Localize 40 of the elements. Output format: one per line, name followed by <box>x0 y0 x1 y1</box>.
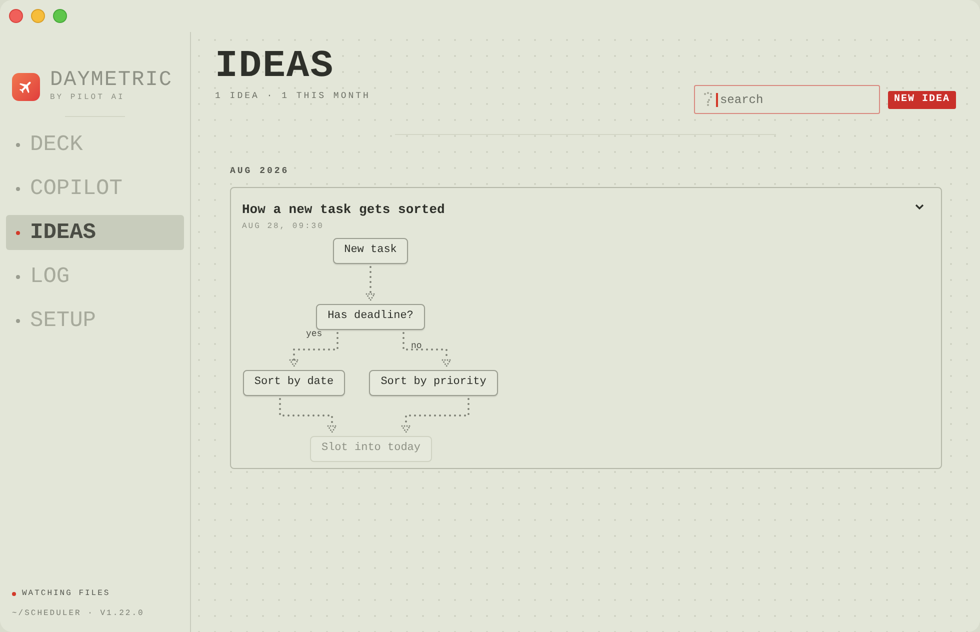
nav-item[interactable]: COPILOT <box>6 171 184 206</box>
flow-node: Has deadline? <box>316 304 425 330</box>
flow-node: Slot into today <box>310 436 432 462</box>
chevron-icon <box>914 204 924 210</box>
month-heading: AUG 2026 <box>230 165 290 178</box>
flow-connector <box>279 398 338 433</box>
nav-item[interactable]: LOG <box>6 259 184 294</box>
idea-date: AUG 28, 09:30 <box>242 221 325 233</box>
brand-name: DAYMETRIC <box>50 70 172 92</box>
idea-title: How a new task gets sorted <box>242 200 445 218</box>
nav-bullet-icon <box>16 318 20 322</box>
flow-connector <box>400 398 470 433</box>
close-window-button[interactable] <box>9 9 23 23</box>
question-mark-icon <box>702 92 713 106</box>
page-title: IDEAS <box>215 48 336 86</box>
flow-node: Sort by date <box>243 370 345 396</box>
nav-item[interactable]: IDEAS <box>6 215 184 250</box>
edge-label: no <box>411 340 422 352</box>
status-label: WATCHING FILES <box>22 588 110 600</box>
new-idea-button[interactable]: NEW IDEA <box>888 90 956 108</box>
nav-bullet-icon <box>16 274 20 278</box>
project-path: ~/SCHEDULER · V1.22.0 <box>12 608 146 620</box>
zoom-window-button[interactable] <box>53 9 67 23</box>
edge-label: yes <box>306 328 322 340</box>
nav-bullet-icon <box>16 186 20 190</box>
search-field[interactable]: search <box>694 85 880 114</box>
nav-item[interactable]: SETUP <box>6 303 184 338</box>
flow-connector <box>365 266 376 301</box>
airplane-icon <box>18 79 34 95</box>
page-subtitle: 1 IDEA · 1 THIS MONTH <box>215 90 370 103</box>
minimize-window-button[interactable] <box>31 9 45 23</box>
nav-bullet-icon <box>16 142 20 146</box>
nav-bullet-icon <box>16 230 20 234</box>
text-cursor <box>716 93 718 107</box>
flow-connector <box>288 332 338 367</box>
brand-tagline: BY PILOT AI <box>50 92 126 104</box>
flow-node: New task <box>333 238 408 264</box>
flow-node: Sort by priority <box>369 370 498 396</box>
nav-item[interactable]: DECK <box>6 127 184 162</box>
flow-connector <box>402 332 452 367</box>
